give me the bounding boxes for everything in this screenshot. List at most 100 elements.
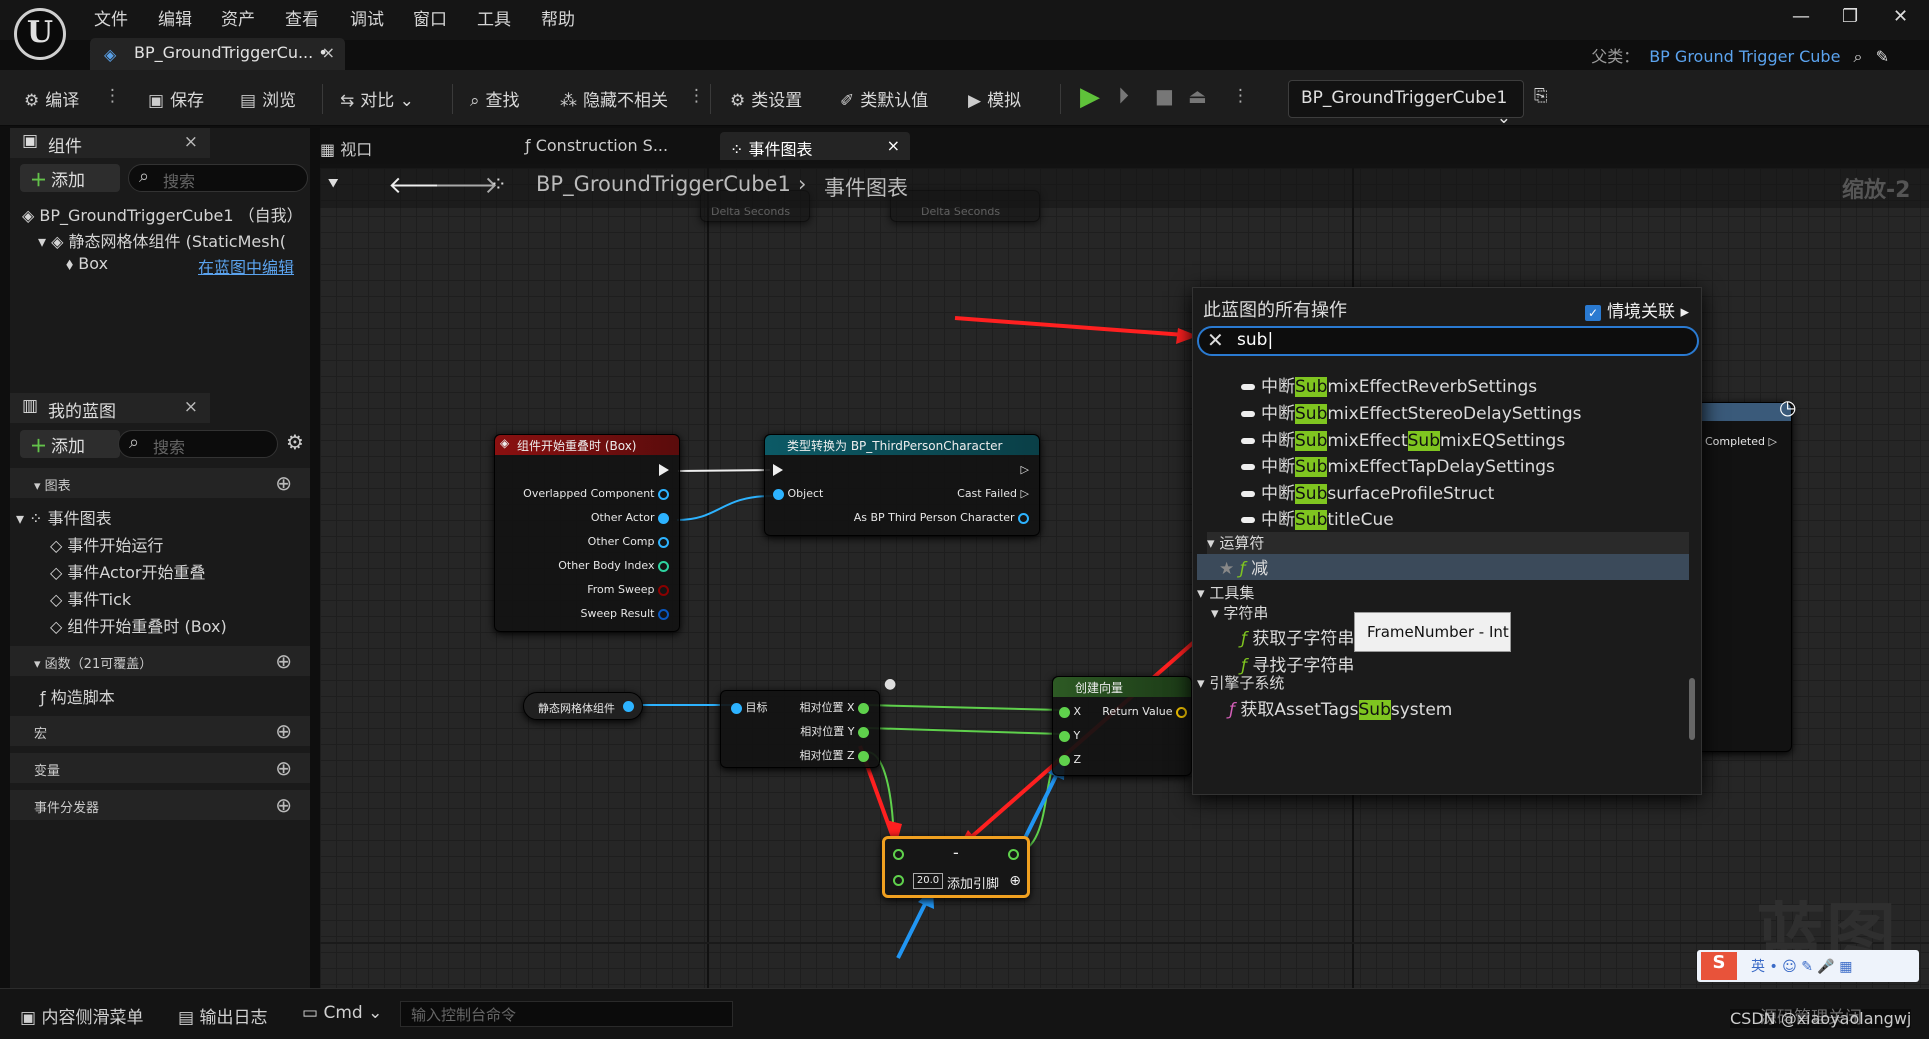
- other-comp-pin[interactable]: Other Comp: [588, 535, 669, 548]
- subtract-node[interactable]: - 20.0 添加引脚 ⊕: [882, 836, 1030, 898]
- subtract-result-item[interactable]: ★ ƒ 减: [1197, 554, 1689, 580]
- cmd-dropdown[interactable]: ▭ Cmd ⌄: [302, 1003, 382, 1023]
- event-item-component-overlap[interactable]: ◇ 组件开始重叠时 (Box): [50, 613, 227, 637]
- event-item-beginplay[interactable]: ◇ 事件开始运行: [50, 532, 163, 556]
- operators-category[interactable]: ▾ 运算符: [1207, 532, 1689, 554]
- component-box[interactable]: ⬧ Box: [66, 254, 108, 274]
- event-graph-item[interactable]: ▾ ⁘ 事件图表: [16, 505, 112, 529]
- gear-icon[interactable]: ⚙: [286, 430, 304, 454]
- diff-button[interactable]: ⇆ 对比 ⌄: [340, 86, 414, 111]
- cast-object-pin[interactable]: Object: [773, 487, 823, 500]
- debug-object-select[interactable]: BP_GroundTriggerCube1 ⌄: [1288, 80, 1524, 128]
- engine-subsystems-category[interactable]: ▾ 引擎子系统: [1197, 672, 1284, 693]
- save-button[interactable]: ▣ 保存: [148, 86, 204, 111]
- close-tab-icon[interactable]: ×: [322, 43, 335, 62]
- component-root[interactable]: ◈ BP_GroundTriggerCube1 （自我）: [22, 202, 303, 226]
- asset-tags-subsystem-item[interactable]: ƒ 获取AssetTagsSubsystem: [1229, 695, 1452, 720]
- add-variable-icon[interactable]: ⊕: [275, 756, 292, 780]
- event-item-tick[interactable]: ◇ 事件Tick: [50, 586, 131, 610]
- target-pin[interactable]: 目标: [731, 699, 768, 715]
- debug-filter-icon[interactable]: ⎘: [1534, 86, 1548, 106]
- delay-node[interactable]: Completed ▷ ◷: [1696, 395, 1796, 752]
- other-body-index-pin[interactable]: Other Body Index: [558, 559, 669, 572]
- add-function-icon[interactable]: ⊕: [275, 649, 292, 673]
- menu-asset[interactable]: 资产: [221, 5, 255, 30]
- hide-unrelated-button[interactable]: ⁂ 隐藏不相关: [560, 86, 668, 111]
- browse-button[interactable]: ▤ 浏览: [240, 86, 296, 111]
- class-defaults-button[interactable]: ✐ 类默认值: [840, 86, 928, 111]
- stop-icon[interactable]: ■: [1155, 84, 1174, 108]
- compile-button[interactable]: ⚙ 编译: [24, 86, 79, 111]
- edit-pencil-icon[interactable]: ✎: [1876, 47, 1889, 66]
- vector-x-pin[interactable]: X: [1059, 705, 1081, 718]
- sweep-result-pin[interactable]: Sweep Result: [581, 607, 669, 620]
- breadcrumb-graph[interactable]: 事件图表: [824, 172, 908, 202]
- close-window-icon[interactable]: ✕: [1893, 6, 1908, 27]
- step-icon[interactable]: ⏵: [1118, 84, 1129, 109]
- compile-options-icon[interactable]: ⋮: [104, 86, 121, 106]
- menu-window[interactable]: 窗口: [413, 5, 447, 30]
- add-macro-icon[interactable]: ⊕: [275, 719, 292, 743]
- overlapped-component-pin[interactable]: Overlapped Component: [523, 487, 669, 500]
- add-graph-icon[interactable]: ⊕: [275, 471, 292, 495]
- cast-node[interactable]: 类型转换为 BP_ThirdPersonCharacter ▷ Object C…: [764, 434, 1040, 536]
- menu-tools[interactable]: 工具: [477, 5, 511, 30]
- output-log-button[interactable]: ▤ 输出日志: [178, 1003, 267, 1028]
- component-static-mesh[interactable]: ▾ ◈ 静态网格体组件 (StaticMesh(: [38, 228, 286, 252]
- add-component-button[interactable]: ＋添加: [20, 164, 120, 192]
- completed-pin[interactable]: Completed ▷: [1705, 435, 1777, 448]
- menu-debug[interactable]: 调试: [350, 5, 384, 30]
- tab-event-graph[interactable]: ⁘ 事件图表 ×: [720, 132, 910, 160]
- menu-help[interactable]: 帮助: [541, 5, 575, 30]
- result-item[interactable]: 中断SubtitleCue: [1241, 505, 1394, 530]
- string-category[interactable]: ▾ 字符串: [1211, 602, 1268, 623]
- tab-construction[interactable]: ƒ Construction S...: [525, 132, 715, 160]
- relative-location-node[interactable]: 目标 相对位置 X 相对位置 Y 相对位置 Z: [720, 690, 880, 768]
- vector-return-pin[interactable]: Return Value: [1102, 705, 1187, 718]
- find-button[interactable]: ⌕ 查找: [470, 86, 520, 111]
- forward-arrow-icon[interactable]: 🡒: [434, 170, 498, 199]
- cast-exec-out-pin[interactable]: ▷: [1011, 463, 1029, 476]
- utilities-category[interactable]: ▾ 工具集: [1197, 582, 1254, 603]
- dispatchers-section[interactable]: 事件分发器 ⊕: [10, 790, 310, 820]
- simulate-button[interactable]: ▶ 模拟: [968, 86, 1021, 111]
- bookmark-icon[interactable]: ⯆: [326, 174, 340, 195]
- other-actor-pin[interactable]: Other Actor: [591, 511, 669, 524]
- rel-y-pin[interactable]: 相对位置 Y: [800, 723, 869, 739]
- event-item-actor-overlap[interactable]: ◇ 事件Actor开始重叠: [50, 559, 206, 583]
- sub-value-input[interactable]: 20.0: [913, 873, 943, 889]
- eject-icon[interactable]: ⏏: [1188, 84, 1207, 108]
- close-mybp-icon[interactable]: ×: [184, 397, 198, 417]
- vector-y-pin[interactable]: Y: [1059, 729, 1080, 742]
- minimize-icon[interactable]: —: [1792, 6, 1810, 27]
- mesh-variable-node[interactable]: 静态网格体组件: [523, 692, 643, 720]
- cast-exec-in-pin[interactable]: [773, 463, 783, 476]
- clear-search-icon[interactable]: ✕: [1207, 328, 1224, 352]
- add-mybp-button[interactable]: ＋添加: [20, 430, 120, 458]
- rel-x-pin[interactable]: 相对位置 X: [799, 699, 869, 715]
- sub-in-b-pin[interactable]: [893, 875, 904, 886]
- class-settings-button[interactable]: ⚙ 类设置: [730, 86, 802, 111]
- graphs-section[interactable]: ▾ 图表 ⊕: [10, 468, 310, 498]
- parent-class-link[interactable]: BP Ground Trigger Cube: [1649, 47, 1840, 66]
- asset-tab[interactable]: ◈ BP_GroundTriggerCu... • ×: [90, 38, 345, 70]
- overlap-event-node[interactable]: ◈ 组件开始重叠时 (Box) Overlapped Component Othe…: [494, 434, 680, 632]
- add-pin-icon[interactable]: ⊕: [1009, 873, 1021, 889]
- action-search-input[interactable]: ✕ sub|: [1197, 326, 1699, 356]
- breadcrumb-blueprint[interactable]: BP_GroundTriggerCube1: [536, 172, 791, 196]
- result-item[interactable]: 中断SubmixEffectStereoDelaySettings: [1241, 399, 1582, 424]
- ime-toolbar[interactable]: S 英 • ☺ ✎ 🎤 ▦: [1697, 950, 1919, 982]
- content-drawer-button[interactable]: ▣ 内容侧滑菜单: [20, 1003, 143, 1028]
- sub-in-a-pin[interactable]: [893, 849, 904, 860]
- variables-section[interactable]: 变量 ⊕: [10, 753, 310, 783]
- comment-bubble-icon[interactable]: ●: [884, 676, 896, 692]
- menu-file[interactable]: 文件: [94, 5, 128, 30]
- functions-section[interactable]: ▾ 函数（21可覆盖） ⊕: [10, 646, 310, 676]
- result-item[interactable]: 中断SubmixEffectTapDelaySettings: [1241, 452, 1555, 477]
- close-tab-icon[interactable]: ×: [887, 136, 900, 155]
- construction-script-item[interactable]: ƒ 构造脚本: [40, 684, 115, 708]
- unreal-logo-icon[interactable]: U: [14, 8, 66, 60]
- tab-viewport[interactable]: ▦ 视口: [320, 132, 515, 160]
- play-icon[interactable]: ▶: [1080, 82, 1100, 112]
- as-bp-pin[interactable]: As BP Third Person Character: [854, 511, 1029, 524]
